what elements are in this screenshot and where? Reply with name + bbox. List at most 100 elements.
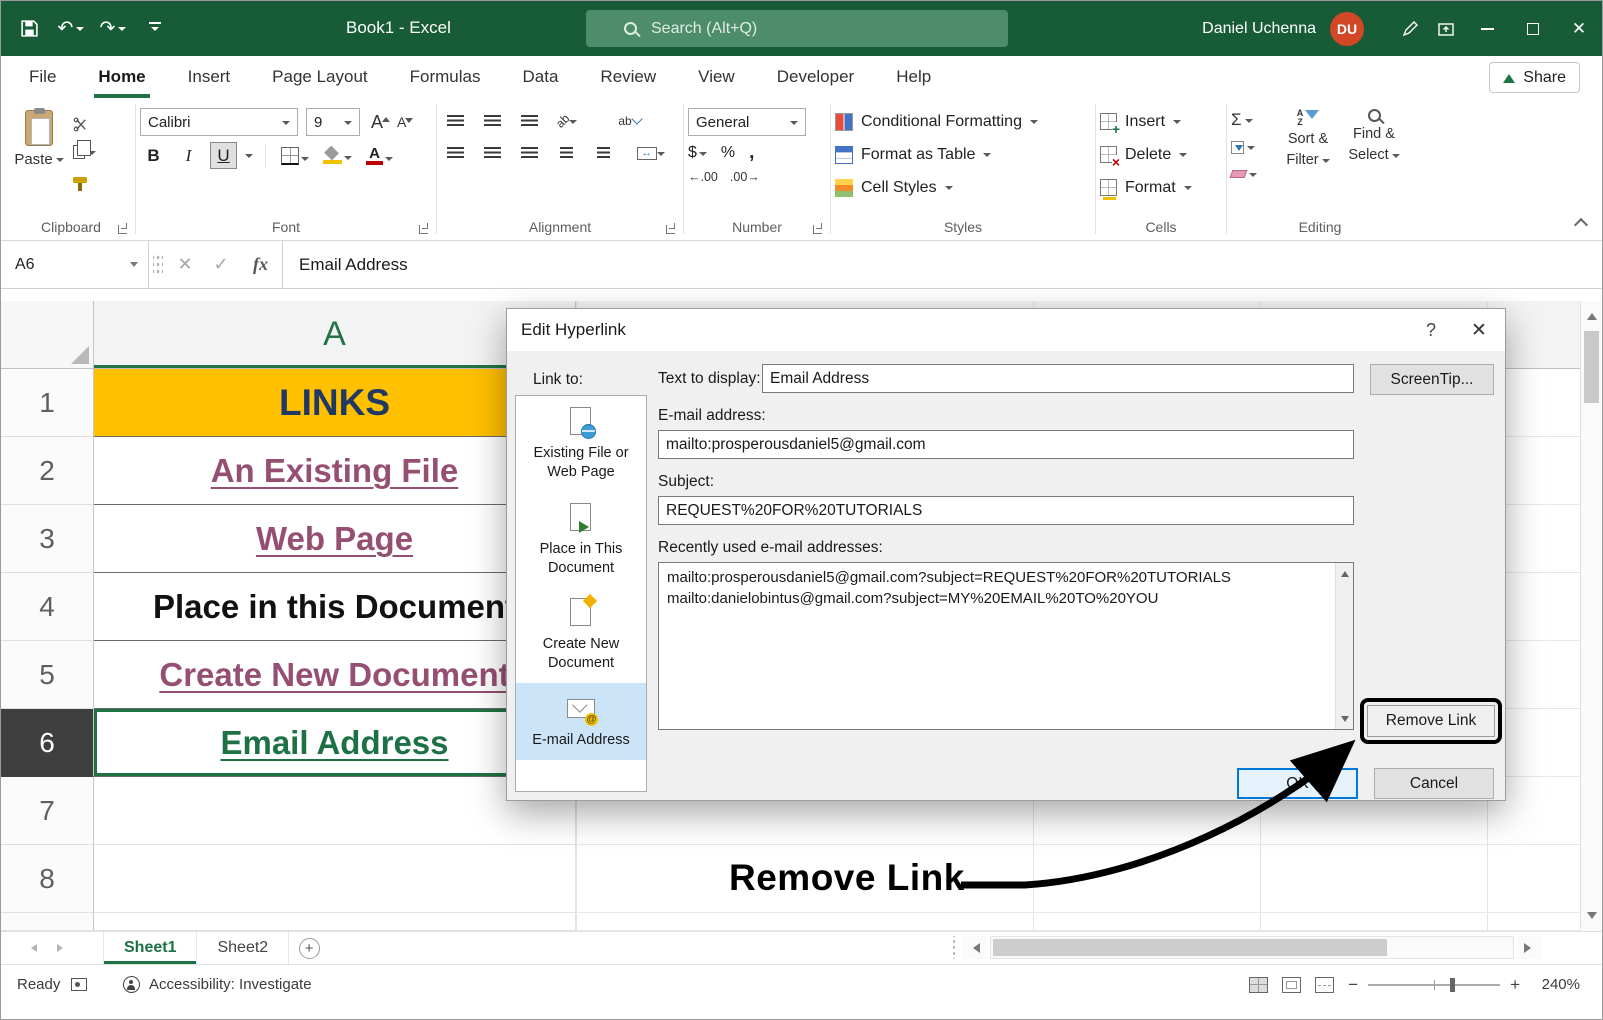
scroll-up-button[interactable] (1336, 563, 1353, 580)
cell-a2[interactable]: An Existing File (94, 437, 576, 505)
tab-page-layout[interactable]: Page Layout (268, 56, 371, 98)
sidebar-item-place-in-document[interactable]: Place in This Document (516, 492, 646, 588)
zoom-out-button[interactable]: − (1348, 975, 1358, 995)
tab-home[interactable]: Home (94, 56, 149, 98)
remove-link-button[interactable]: Remove Link (1367, 705, 1495, 737)
find-select-button[interactable]: Find & Select (1341, 102, 1407, 214)
prev-sheet-button[interactable] (15, 932, 47, 964)
ribbon-display-button[interactable] (1428, 9, 1464, 49)
vertical-scrollbar[interactable] (1580, 301, 1602, 931)
row-header-4[interactable]: 4 (1, 573, 94, 641)
cell-a4[interactable]: Place in this Document (94, 573, 576, 641)
fill-button[interactable] (1231, 137, 1275, 157)
scroll-up-button[interactable] (1581, 301, 1602, 327)
copy-button[interactable] (73, 142, 96, 162)
percent-button[interactable]: % (721, 144, 735, 162)
italic-button[interactable]: I (175, 142, 202, 169)
screentip-button[interactable]: ScreenTip... (1370, 364, 1494, 395)
enter-entry-button[interactable]: ✓ (203, 241, 239, 288)
row-header-8[interactable]: 8 (1, 845, 94, 913)
align-middle-button[interactable] (478, 108, 507, 134)
vertical-scroll-thumb[interactable] (1584, 331, 1599, 403)
cell-styles-button[interactable]: Cell Styles (835, 172, 1091, 203)
ok-button[interactable]: OK (1237, 768, 1358, 799)
bold-button[interactable]: B (140, 142, 167, 169)
cell-a7[interactable] (94, 777, 576, 845)
share-button[interactable]: Share (1489, 62, 1580, 93)
number-format-combo[interactable]: General (688, 108, 806, 136)
orientation-button[interactable]: ab (552, 108, 581, 134)
tab-help[interactable]: Help (892, 56, 935, 98)
pen-mode-button[interactable] (1392, 9, 1428, 49)
decrease-indent-button[interactable] (552, 140, 581, 166)
borders-button[interactable] (278, 145, 312, 167)
row-header-6[interactable]: 6 (1, 709, 94, 777)
decrease-font-button[interactable]: A (394, 112, 409, 132)
currency-button[interactable]: $ (688, 144, 707, 162)
conditional-formatting-button[interactable]: Conditional Formatting (835, 106, 1091, 137)
minimize-button[interactable] (1464, 1, 1510, 56)
format-as-table-button[interactable]: Format as Table (835, 139, 1091, 170)
next-sheet-button[interactable] (47, 932, 79, 964)
tab-review[interactable]: Review (596, 56, 660, 98)
zoom-slider[interactable] (1368, 984, 1500, 986)
dialog-title-bar[interactable]: Edit Hyperlink ? ✕ (507, 309, 1505, 351)
decrease-decimal-button[interactable]: .00→ (730, 170, 760, 184)
font-name-combo[interactable]: Calibri (140, 108, 298, 136)
tab-file[interactable]: File (25, 56, 60, 98)
scroll-left-button[interactable] (962, 936, 986, 959)
cut-button[interactable] (73, 114, 96, 134)
search-box[interactable]: Search (Alt+Q) (586, 10, 1008, 47)
cell-a6[interactable]: Email Address (94, 709, 576, 777)
cancel-entry-button[interactable]: ✕ (167, 241, 203, 288)
cell-a8[interactable] (94, 845, 576, 913)
number-dialog-launcher[interactable] (813, 223, 824, 234)
align-left-button[interactable] (441, 140, 470, 166)
font-color-button[interactable]: A (363, 144, 396, 168)
align-top-button[interactable] (441, 108, 470, 134)
cancel-button[interactable]: Cancel (1374, 768, 1494, 799)
wrap-text-button[interactable]: ab (615, 108, 644, 134)
autosum-button[interactable]: Σ (1231, 110, 1275, 130)
text-to-display-input[interactable] (762, 364, 1354, 393)
collapse-ribbon-button[interactable] (1574, 218, 1588, 232)
format-painter-button[interactable] (73, 170, 96, 190)
recent-addresses-listbox[interactable]: mailto:prosperousdaniel5@gmail.com?subje… (658, 562, 1354, 730)
row-header-3[interactable]: 3 (1, 505, 94, 573)
cells-right-partial[interactable] (576, 913, 1582, 931)
row-header-2[interactable]: 2 (1, 437, 94, 505)
close-button[interactable]: ✕ (1556, 1, 1602, 56)
increase-font-button[interactable]: A (368, 110, 386, 135)
align-center-button[interactable] (478, 140, 507, 166)
horizontal-scrollbar[interactable] (950, 936, 1542, 959)
insert-cells-button[interactable]: Insert (1100, 106, 1222, 137)
sheet-tab-sheet2[interactable]: Sheet2 (197, 932, 289, 964)
user-name[interactable]: Daniel Uchenna (1202, 20, 1316, 38)
page-break-view-button[interactable] (1315, 977, 1334, 993)
dialog-close-button[interactable]: ✕ (1453, 309, 1505, 351)
sheet-tab-sheet1[interactable]: Sheet1 (103, 932, 197, 964)
new-sheet-button[interactable]: + (289, 932, 329, 964)
format-cells-button[interactable]: Format (1100, 172, 1222, 203)
formula-bar-resize-handle[interactable] (153, 255, 163, 274)
horizontal-scroll-track[interactable] (990, 936, 1514, 959)
sidebar-item-create-new-document[interactable]: Create New Document (516, 587, 646, 683)
font-dialog-launcher[interactable] (419, 223, 430, 234)
avatar[interactable]: DU (1330, 12, 1364, 46)
sidebar-item-email-address[interactable]: @ E-mail Address (516, 683, 646, 760)
tab-developer[interactable]: Developer (773, 56, 859, 98)
zoom-slider-thumb[interactable] (1450, 978, 1455, 992)
scroll-right-button[interactable] (1518, 936, 1542, 959)
row-header-5[interactable]: 5 (1, 641, 94, 709)
clipboard-dialog-launcher[interactable] (118, 223, 129, 234)
tab-data[interactable]: Data (519, 56, 563, 98)
email-address-input[interactable] (658, 430, 1354, 459)
undo-button[interactable]: ↶ (53, 9, 89, 49)
align-right-button[interactable] (515, 140, 544, 166)
increase-decimal-button[interactable]: ←.00 (688, 170, 718, 184)
zoom-in-button[interactable]: + (1510, 975, 1520, 995)
normal-view-button[interactable] (1249, 977, 1268, 993)
formula-bar-value[interactable]: Email Address (283, 241, 408, 288)
cell-a9-partial[interactable] (94, 913, 576, 931)
zoom-percentage[interactable]: 240% (1534, 976, 1580, 993)
